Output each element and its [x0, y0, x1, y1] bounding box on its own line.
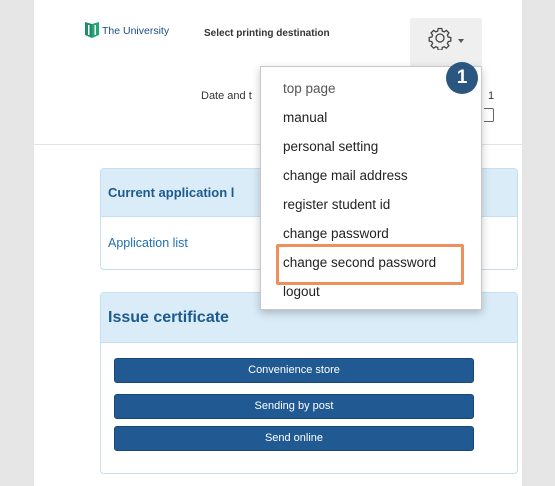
application-list-link[interactable]: Application list: [108, 236, 188, 250]
date-suffix: 1: [488, 90, 495, 102]
issue-certificate-panel: Issue certificate Convenience store Send…: [100, 292, 518, 474]
university-logo[interactable]: The University: [85, 22, 169, 40]
gear-icon: [428, 27, 452, 50]
sending-by-post-button[interactable]: Sending by post: [114, 394, 474, 419]
date-select[interactable]: [484, 108, 494, 122]
chevron-down-icon: [458, 39, 464, 43]
convenience-store-button[interactable]: Convenience store: [114, 358, 474, 383]
menu-item-register-student-id[interactable]: register student id: [283, 197, 390, 212]
menu-item-change-mail-address[interactable]: change mail address: [283, 168, 408, 183]
date-label: Date and t: [201, 90, 252, 102]
logo-mark-icon: [85, 22, 99, 38]
highlight-box: [276, 244, 464, 285]
menu-item-personal-setting[interactable]: personal setting: [283, 139, 378, 154]
menu-item-logout[interactable]: logout: [283, 284, 320, 299]
page-title: Select printing destination: [204, 28, 330, 39]
send-online-button[interactable]: Send online: [114, 426, 474, 451]
menu-item-top-page[interactable]: top page: [283, 81, 336, 96]
header: The University Select printing destinati…: [34, 0, 522, 66]
logo-text: The University: [102, 25, 170, 37]
page-frame: The University Select printing destinati…: [34, 0, 522, 486]
step-number-badge: 1: [446, 62, 478, 94]
menu-item-change-password[interactable]: change password: [283, 226, 389, 241]
menu-item-manual[interactable]: manual: [283, 110, 327, 125]
settings-menu-button[interactable]: [410, 18, 482, 66]
